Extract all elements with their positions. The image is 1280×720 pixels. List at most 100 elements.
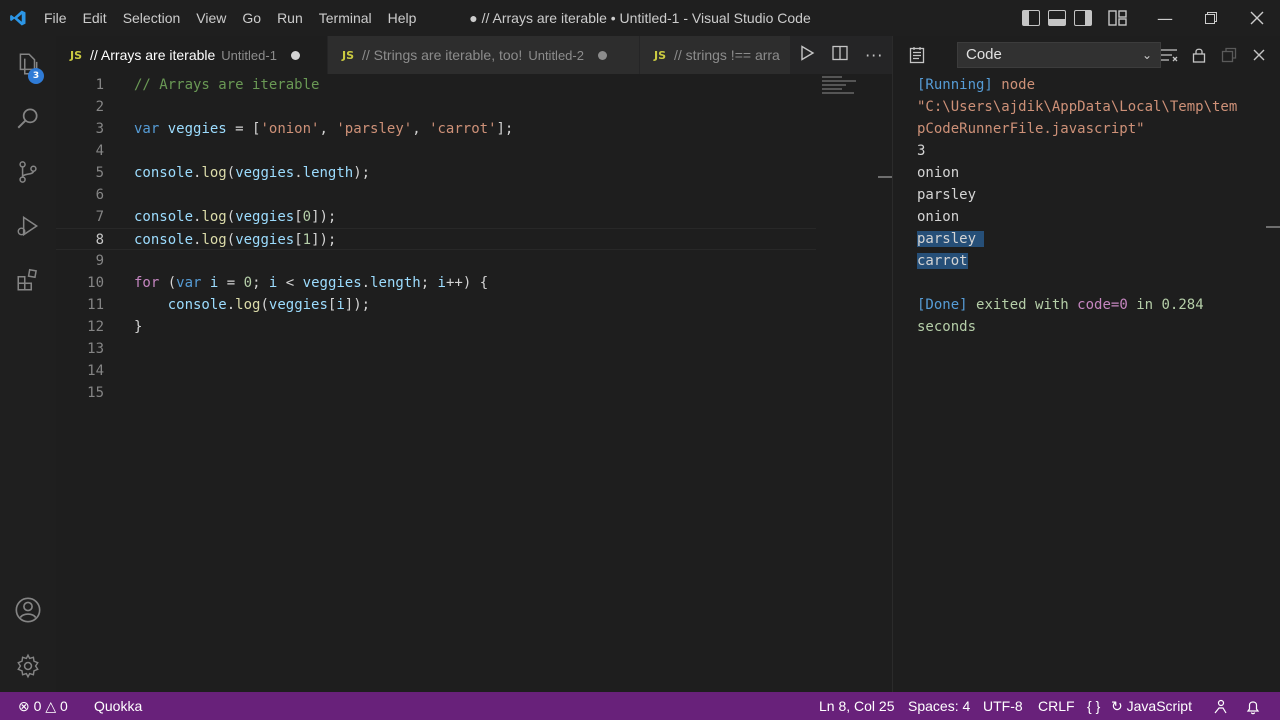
tab-strings-are-iterable[interactable]: JS // Strings are iterable, too! Untitle…: [328, 36, 640, 74]
menu-selection[interactable]: Selection: [115, 0, 189, 36]
language-mode: JavaScript: [1126, 698, 1192, 714]
output-line: [Running] node: [917, 74, 1267, 96]
new-window-icon[interactable]: [1219, 45, 1239, 65]
toggle-primary-sidebar-icon[interactable]: [1022, 10, 1040, 26]
warning-count: 0: [59, 698, 68, 714]
output-path-line: "C:\Users\ajdik\AppData\Local\Temp\tem: [917, 99, 1238, 115]
done-tag: [Done]: [917, 297, 968, 313]
run-code-icon[interactable]: [799, 45, 815, 65]
editor-tab-bar: JS // Arrays are iterable Untitled-1 JS …: [56, 36, 892, 74]
cursor-position[interactable]: Ln 8, Col 25: [819, 692, 895, 720]
javascript-file-icon: JS: [70, 48, 83, 62]
error-icon: ⊗: [18, 698, 30, 714]
source-control-icon[interactable]: [0, 148, 56, 196]
output-panel-header: Code ⌄: [893, 36, 1280, 74]
output-channel-dropdown[interactable]: Code ⌄: [957, 42, 1161, 68]
menu-terminal[interactable]: Terminal: [311, 0, 380, 36]
code-line: 11 console.log(veggies[i]);: [87, 297, 371, 313]
chevron-down-icon: ⌄: [1141, 48, 1152, 62]
unsaved-dot-icon[interactable]: [597, 50, 607, 60]
close-panel-icon[interactable]: [1249, 45, 1269, 65]
tab-description: Untitled-2: [528, 47, 584, 63]
vscode-logo-icon[interactable]: [0, 0, 36, 36]
code-line: 6: [95, 187, 104, 203]
quokka-status[interactable]: Quokka: [94, 692, 142, 720]
language-status[interactable]: ↻ JavaScript: [1111, 692, 1192, 720]
code-line: 10 for (var i = 0; i < veggies.length; i+…: [87, 275, 489, 291]
account-icon[interactable]: [0, 586, 56, 634]
code-line: 9: [95, 253, 104, 269]
output-content[interactable]: [Running] node "C:\Users\ajdik\AppData\L…: [917, 74, 1267, 338]
menu-run[interactable]: Run: [269, 0, 311, 36]
lock-scroll-icon[interactable]: [1189, 45, 1209, 65]
menu-bar: File Edit Selection View Go Run Terminal…: [36, 0, 424, 36]
problems-status[interactable]: ⊗ 0 △ 0: [18, 692, 68, 720]
minimap[interactable]: [822, 74, 882, 104]
selected-output-text: parsley: [917, 231, 977, 247]
running-command: node: [1001, 77, 1036, 93]
run-debug-icon[interactable]: [0, 202, 56, 250]
output-view-icon[interactable]: [907, 45, 927, 65]
output-blank-line: [917, 272, 1267, 294]
more-actions-icon[interactable]: ···: [865, 46, 883, 65]
encoding-status[interactable]: UTF-8: [983, 692, 1023, 720]
title-bar: File Edit Selection View Go Run Terminal…: [0, 0, 1280, 36]
indentation-status[interactable]: Spaces: 4: [908, 692, 970, 720]
language-braces-icon[interactable]: { }: [1087, 692, 1100, 720]
restore-icon[interactable]: [1188, 0, 1234, 36]
menu-edit[interactable]: Edit: [75, 0, 115, 36]
code-line: 15: [87, 385, 104, 401]
extensions-icon[interactable]: [0, 256, 56, 304]
tab-description: Untitled-1: [221, 47, 277, 63]
toggle-panel-icon[interactable]: [1048, 10, 1066, 26]
split-editor-icon[interactable]: [832, 45, 848, 65]
output-result: onion: [917, 165, 960, 181]
output-channel-label: Code: [966, 46, 1002, 63]
tab-title: // Arrays are iterable: [90, 47, 216, 63]
code-line: 4: [95, 143, 104, 159]
search-icon[interactable]: [0, 94, 56, 142]
code-line: 12}: [87, 319, 143, 335]
output-line: carrot: [917, 250, 1267, 272]
tab-arrays-are-iterable[interactable]: JS // Arrays are iterable Untitled-1: [56, 36, 328, 74]
window-controls: —: [1142, 0, 1280, 36]
menu-file[interactable]: File: [36, 0, 75, 36]
feedback-icon[interactable]: [1212, 692, 1228, 720]
output-path-line: pCodeRunnerFile.javascript": [917, 121, 1145, 137]
customize-layout-icon[interactable]: [1108, 10, 1128, 26]
code-editor[interactable]: 1// Arrays are iterable 2 3 var veggies =…: [56, 74, 892, 692]
notifications-bell-icon[interactable]: [1246, 692, 1260, 720]
status-bar: ⊗ 0 △ 0 Quokka Ln 8, Col 25 Spaces: 4 UT…: [0, 692, 1280, 720]
settings-gear-icon[interactable]: [0, 642, 56, 690]
scrollbar-marker[interactable]: [878, 176, 892, 178]
menu-view[interactable]: View: [188, 0, 234, 36]
running-tag: [Running]: [917, 77, 993, 93]
output-result: 3: [917, 143, 926, 159]
output-result: onion: [917, 209, 960, 225]
warning-icon: △: [45, 698, 57, 714]
menu-help[interactable]: Help: [380, 0, 425, 36]
code-line: 2: [95, 99, 104, 115]
explorer-icon[interactable]: 3: [0, 40, 56, 88]
explorer-badge: 3: [28, 68, 44, 84]
tab-title: // Strings are iterable, too!: [362, 47, 523, 63]
tab-title: // strings !== arra: [674, 47, 780, 63]
output-line: parsley: [917, 228, 1267, 250]
minimize-icon[interactable]: —: [1142, 0, 1188, 36]
menu-go[interactable]: Go: [234, 0, 269, 36]
error-count: 0: [33, 698, 42, 714]
code-line: 14: [87, 363, 104, 379]
output-panel: Code ⌄ [Running] node "C:\Users\ajdik\Ap…: [892, 36, 1280, 692]
clear-output-icon[interactable]: [1159, 45, 1179, 65]
panel-scrollbar-marker[interactable]: [1266, 226, 1280, 228]
javascript-file-icon: JS: [654, 48, 667, 62]
layout-controls: [1022, 0, 1128, 36]
current-code-line: 8 console.log(veggies[1]);: [56, 228, 816, 250]
unsaved-dot-icon[interactable]: [290, 50, 300, 60]
code-line: 1// Arrays are iterable: [95, 77, 320, 93]
close-window-icon[interactable]: [1234, 0, 1280, 36]
activity-bar: 3: [0, 36, 56, 692]
code-line: 5 console.log(veggies.length);: [95, 165, 371, 181]
eol-status[interactable]: CRLF: [1038, 692, 1075, 720]
toggle-secondary-sidebar-icon[interactable]: [1074, 10, 1092, 26]
